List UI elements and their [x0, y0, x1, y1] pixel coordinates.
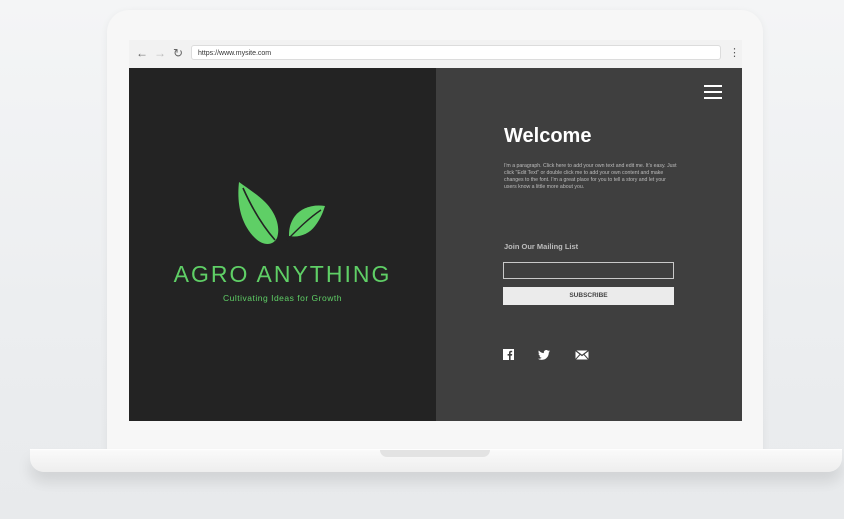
leaf-logo-icon	[238, 182, 325, 244]
laptop-notch	[380, 450, 490, 457]
intro-paragraph: I'm a paragraph. Click here to add your …	[504, 163, 677, 190]
hamburger-menu-icon[interactable]	[704, 85, 722, 99]
address-bar[interactable]: https://www.mysite.com	[191, 45, 721, 60]
twitter-icon[interactable]	[538, 350, 550, 360]
arrow-right-icon[interactable]: →	[154, 45, 166, 61]
welcome-heading: Welcome	[504, 125, 592, 147]
vertical-dots-icon[interactable]: ⋮	[729, 45, 740, 61]
facebook-icon[interactable]	[503, 349, 514, 360]
brand-panel: AGRO ANYTHING Cultivating Ideas for Grow…	[129, 68, 436, 421]
mailing-list-heading: Join Our Mailing List	[504, 242, 579, 251]
brand-tagline: Cultivating Ideas for Growth	[223, 293, 342, 303]
browser-toolbar: ← → ↻ https://www.mysite.com ⋮	[129, 40, 742, 69]
email-field[interactable]	[503, 262, 674, 279]
content-panel: Welcome I'm a paragraph. Click here to a…	[436, 68, 742, 421]
mail-icon[interactable]	[575, 350, 589, 360]
subscribe-button[interactable]: SUBSCRIBE	[503, 287, 674, 305]
arrow-left-icon[interactable]: ←	[136, 45, 148, 61]
brand-name: AGRO ANYTHING	[173, 261, 392, 287]
reload-icon[interactable]: ↻	[173, 45, 183, 61]
